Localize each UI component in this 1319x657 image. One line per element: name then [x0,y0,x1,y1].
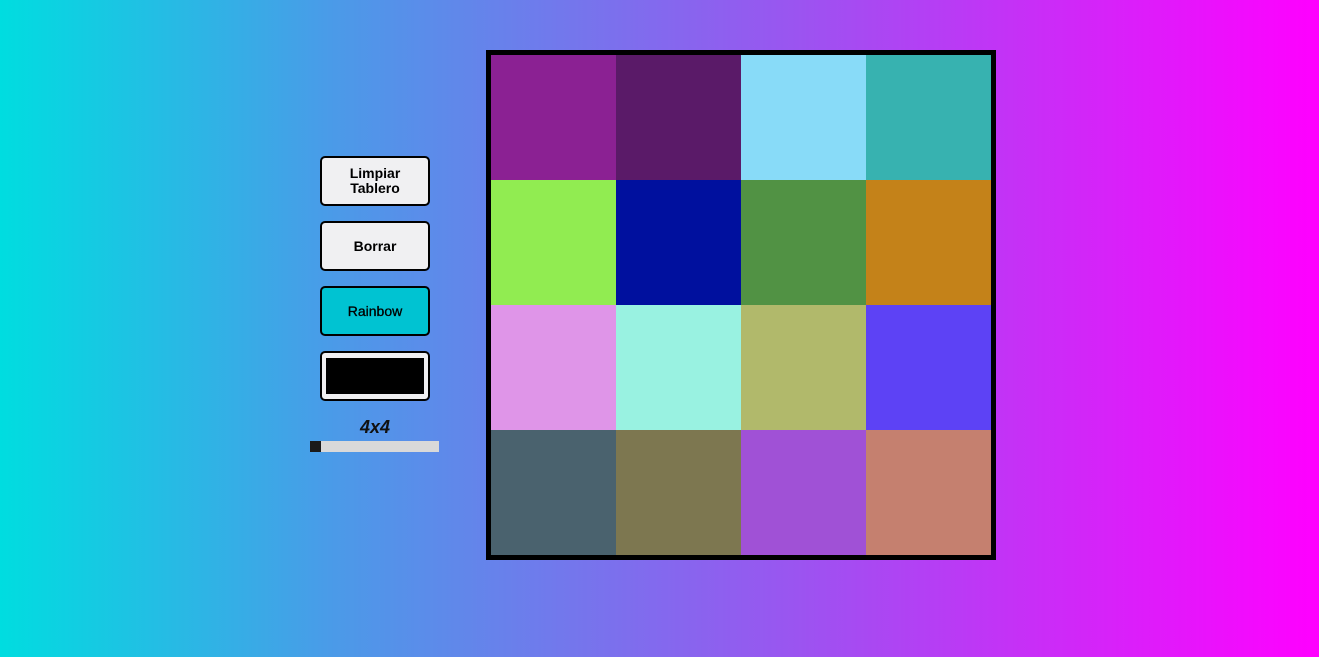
board-cell[interactable] [741,55,866,180]
board-cell[interactable] [741,305,866,430]
board-cell[interactable] [491,430,616,555]
board-cell[interactable] [616,430,741,555]
board-cell[interactable] [866,55,991,180]
board-cell[interactable] [491,55,616,180]
board-cell[interactable] [616,180,741,305]
rainbow-button[interactable]: Rainbow [320,286,430,336]
board-cell[interactable] [616,55,741,180]
drawing-board[interactable] [486,50,996,560]
slider-thumb[interactable] [310,441,321,452]
board-cell[interactable] [491,180,616,305]
board-cell[interactable] [616,305,741,430]
board-cell[interactable] [741,430,866,555]
grid-size-label: 4x4 [359,417,391,437]
board-cell[interactable] [866,430,991,555]
board-cell[interactable] [866,180,991,305]
board-cell[interactable] [491,305,616,430]
grid-size-slider[interactable] [310,441,439,452]
board-cell[interactable] [741,180,866,305]
clear-board-button[interactable]: Limpiar Tablero [320,156,430,206]
erase-button[interactable]: Borrar [320,221,430,271]
color-swatch [326,358,424,394]
color-picker[interactable] [320,351,430,401]
board-cell[interactable] [866,305,991,430]
